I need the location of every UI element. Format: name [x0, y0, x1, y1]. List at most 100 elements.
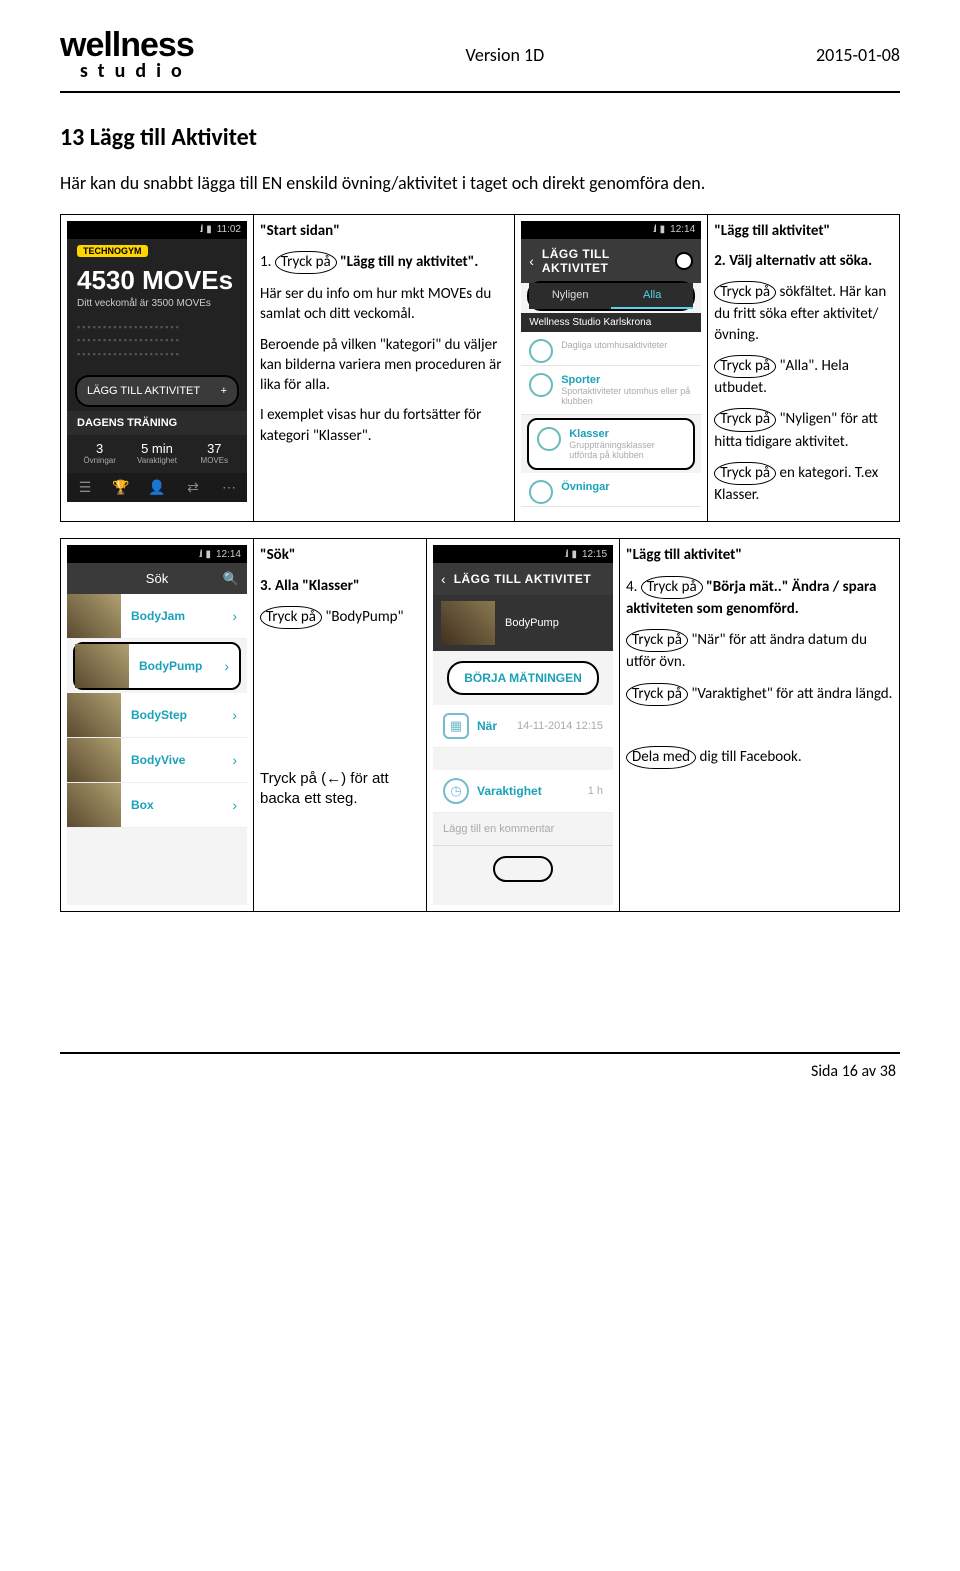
footer-divider	[60, 1052, 900, 1054]
category-icon	[529, 339, 553, 363]
thumb-icon	[67, 738, 121, 782]
ann1-title: "Start sidan"	[260, 222, 340, 240]
logo-sub: studio	[60, 59, 194, 83]
version-label: Version 1D	[466, 30, 545, 66]
screen-title: LÄGG TILL AKTIVITET	[454, 572, 605, 586]
list-item[interactable]: Dagliga utomhusaktiviteter	[521, 332, 701, 366]
oval-annotation: Tryck på	[714, 281, 776, 304]
list-item-klasser[interactable]: Klasser Gruppträningsklasser utförda på …	[527, 418, 695, 470]
screenshot-search: .ıll ▮ 12:14 Sök 🔍 BodyJam› BodyPump› Body…	[67, 545, 247, 905]
share-icon[interactable]	[493, 856, 553, 882]
tab-alla[interactable]: Alla	[611, 283, 693, 309]
moves-count: 4530 MOVEs	[67, 257, 247, 296]
list-item[interactable]: BodyJam›	[67, 594, 247, 639]
status-time: 12:14	[670, 224, 695, 235]
chevron-right-icon: ›	[232, 797, 247, 813]
add-activity-label: LÄGG TILL AKTIVITET	[87, 385, 200, 397]
date-label: 2015-01-08	[816, 30, 900, 66]
thumb-icon	[75, 644, 129, 688]
back-note: Tryck på (←) för att backa ett steg.	[260, 769, 420, 810]
list-item-bodypump[interactable]: BodyPump›	[73, 642, 241, 690]
screenshot-detail: .ıll ▮ 12:15 ‹ LÄGG TILL AKTIVITET BodyPum…	[433, 545, 613, 905]
back-icon[interactable]: ‹	[529, 253, 534, 269]
list-item-sporter[interactable]: Sporter Sportaktiviteter utomhus eller p…	[521, 366, 701, 415]
logo: wellness studio	[60, 30, 194, 83]
chevron-right-icon: ›	[232, 707, 247, 723]
oval-annotation: Tryck på	[275, 251, 337, 274]
search-icon[interactable]: 🔍	[223, 571, 239, 587]
training-stats: 3Övningar 5 minVaraktighet 37MOVEs	[67, 435, 247, 473]
nav-icon-4[interactable]: ⇄	[175, 473, 211, 502]
status-time: 12:14	[216, 549, 241, 560]
list-item[interactable]: BodyStep›	[67, 693, 247, 738]
duration-row[interactable]: ◷ Varaktighet 1 h	[433, 770, 613, 813]
nav-icon-5[interactable]: ⋯	[211, 473, 247, 502]
today-training-header: DAGENS TRÄNING	[67, 411, 247, 435]
header-divider	[60, 91, 900, 93]
when-row[interactable]: ▦ När 14-11-2014 12:15	[433, 705, 613, 748]
nav-icon-1[interactable]: ☰	[67, 473, 103, 502]
brand-badge: TECHNOGYM	[77, 245, 148, 257]
list-item[interactable]: BodyVive›	[67, 738, 247, 783]
add-activity-button[interactable]: LÄGG TILL AKTIVITET +	[75, 375, 239, 407]
oval-annotation: Dela med	[626, 746, 696, 769]
page-number: Sida 16 av 38	[60, 1062, 900, 1081]
tabs: Nyligen Alla	[529, 283, 693, 309]
oval-annotation: Tryck på	[714, 408, 776, 431]
page-heading: 13 Lägg till Aktivitet	[60, 123, 900, 152]
thumb-icon	[67, 594, 121, 638]
back-icon[interactable]: ‹	[441, 571, 446, 587]
battery-icon: ▮	[660, 224, 666, 235]
status-time: 11:02	[217, 224, 241, 235]
instruction-grid-1: .ıll ▮ 11:02 TECHNOGYM 4530 MOVEs Ditt vec…	[60, 214, 900, 523]
screen-title: LÄGG TILL AKTIVITET	[542, 247, 667, 275]
search-icon[interactable]	[675, 252, 693, 270]
battery-icon: ▮	[205, 549, 211, 560]
oval-annotation: Tryck på	[641, 576, 703, 599]
chevron-right-icon: ›	[232, 752, 247, 768]
share-bar	[433, 845, 613, 889]
thumb-icon	[441, 601, 495, 645]
oval-annotation: Tryck på	[714, 355, 776, 378]
progress-dots: ▪▪▪▪▪▪▪▪▪▪▪▪▪▪▪▪▪▪▪▪▪▪▪▪▪▪▪▪▪▪▪▪▪▪▪▪▪▪▪▪…	[67, 317, 247, 372]
gym-name: Wellness Studio Karlskrona	[521, 313, 701, 332]
signal-icon: .ıll	[653, 224, 655, 235]
signal-icon: .ıll	[198, 549, 200, 560]
status-time: 12:15	[582, 549, 607, 560]
oval-annotation: Tryck på	[714, 462, 776, 485]
list-item[interactable]: Box›	[67, 783, 247, 828]
category-icon	[537, 427, 561, 451]
chevron-right-icon: ›	[224, 658, 239, 674]
screenshot-add-activity: .ıll ▮ 12:14 ‹ LÄGG TILL AKTIVITET Nyligen…	[521, 221, 701, 507]
start-measure-button[interactable]: BÖRJA MÄTNINGEN	[447, 661, 599, 695]
logo-main: wellness	[60, 30, 194, 61]
category-icon	[529, 480, 553, 504]
nav-icon-2[interactable]: 🏆	[103, 473, 139, 502]
battery-icon: ▮	[206, 224, 212, 235]
signal-icon: .ıll	[564, 549, 566, 560]
moves-goal: Ditt veckomål är 3500 MOVEs	[67, 296, 247, 317]
ann4-title: "Lägg till aktivitet"	[626, 546, 742, 564]
instruction-grid-2: .ıll▮12:14 Sök 🔍 BodyJam› BodyPump› Body…	[60, 538, 900, 912]
search-title: Sök	[146, 571, 168, 586]
bottom-nav[interactable]: ☰ 🏆 👤 ⇄ ⋯	[67, 473, 247, 502]
thumb-icon	[67, 693, 121, 737]
selected-activity: BodyPump	[433, 595, 613, 651]
plus-icon: +	[221, 385, 227, 397]
screenshot-start: .ıll▮11:02 TECHNOGYM 4530 MOVEs Ditt vec…	[67, 221, 247, 503]
clock-icon: ◷	[443, 778, 469, 804]
comment-field[interactable]: Lägg till en kommentar	[433, 813, 613, 845]
list-item-ovningar[interactable]: Övningar	[521, 473, 701, 507]
nav-icon-3[interactable]: 👤	[139, 473, 175, 502]
ann3-title: "Sök"	[260, 546, 296, 564]
thumb-icon	[67, 783, 121, 827]
intro-text: Här kan du snabbt lägga till EN enskild …	[60, 172, 900, 194]
chevron-right-icon: ›	[232, 608, 247, 624]
oval-annotation: Tryck på	[260, 606, 322, 629]
battery-icon: ▮	[571, 549, 577, 560]
calendar-icon: ▦	[443, 713, 469, 739]
ann2-title: "Lägg till aktivitet"	[714, 222, 830, 240]
oval-annotation: Tryck på	[626, 683, 688, 706]
category-icon	[529, 373, 553, 397]
tab-nyligen[interactable]: Nyligen	[529, 283, 611, 309]
